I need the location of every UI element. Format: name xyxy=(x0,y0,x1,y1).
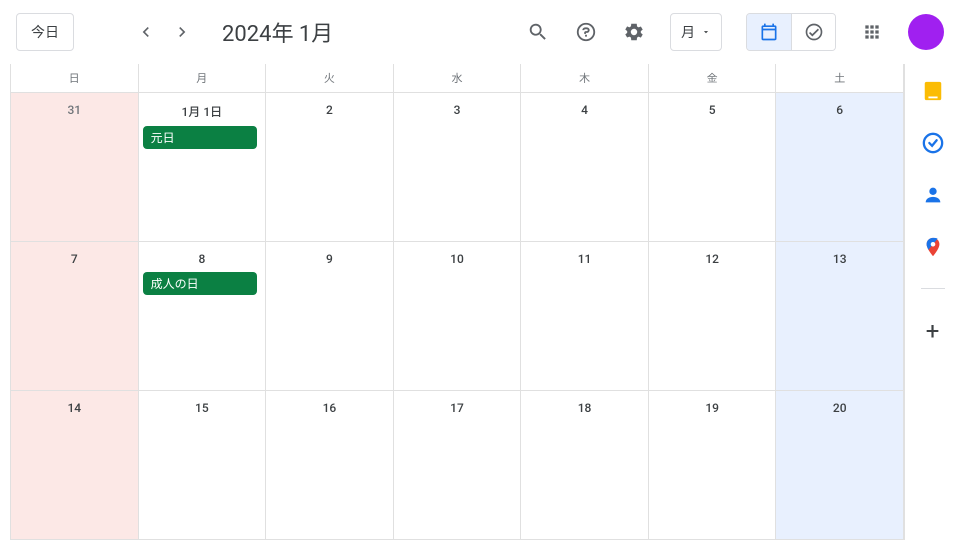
date-number: 4 xyxy=(525,97,644,121)
day-cell[interactable]: 16 xyxy=(266,391,394,540)
calendar-grid: 311月 1日元日2345678成人の日91011121314151617181… xyxy=(10,93,904,540)
day-cell[interactable]: 4 xyxy=(521,93,649,242)
day-cell[interactable]: 17 xyxy=(394,391,522,540)
search-icon xyxy=(527,21,549,43)
day-cell[interactable]: 11 xyxy=(521,242,649,391)
maps-app-icon[interactable] xyxy=(922,236,944,258)
date-number: 15 xyxy=(143,395,262,419)
today-button[interactable]: 今日 xyxy=(16,13,74,51)
contacts-app-icon[interactable] xyxy=(922,184,944,206)
chevron-right-icon xyxy=(172,22,192,42)
view-toggle xyxy=(746,13,836,51)
day-cell[interactable]: 18 xyxy=(521,391,649,540)
tasks-app-icon[interactable] xyxy=(922,132,944,154)
day-cell[interactable]: 20 xyxy=(776,391,904,540)
day-cell[interactable]: 9 xyxy=(266,242,394,391)
day-cell[interactable]: 6 xyxy=(776,93,904,242)
date-number: 19 xyxy=(653,395,772,419)
page-title: 2024年 1月 xyxy=(222,16,333,48)
date-number: 17 xyxy=(398,395,517,419)
day-cell[interactable]: 15 xyxy=(139,391,267,540)
day-cell[interactable]: 2 xyxy=(266,93,394,242)
weekday-cell: 月 xyxy=(139,64,267,93)
date-number: 20 xyxy=(780,395,899,419)
weekday-header: 日月火水木金土 xyxy=(10,64,904,93)
gear-icon xyxy=(623,21,645,43)
day-cell[interactable]: 3 xyxy=(394,93,522,242)
date-number: 16 xyxy=(270,395,389,419)
day-cell[interactable]: 31 xyxy=(11,93,139,242)
calendar-view-button[interactable] xyxy=(747,14,791,50)
day-cell[interactable]: 13 xyxy=(776,242,904,391)
weekday-cell: 日 xyxy=(11,64,139,93)
date-number: 13 xyxy=(780,246,899,270)
view-label: 月 xyxy=(681,22,695,42)
check-circle-icon xyxy=(804,22,824,42)
help-icon xyxy=(575,21,597,43)
date-number: 3 xyxy=(398,97,517,121)
keep-app-icon[interactable] xyxy=(922,80,944,102)
date-number: 12 xyxy=(653,246,772,270)
weekday-cell: 土 xyxy=(776,64,904,93)
view-selector[interactable]: 月 xyxy=(670,13,722,51)
date-number: 5 xyxy=(653,97,772,121)
avatar[interactable] xyxy=(908,14,944,50)
day-cell[interactable]: 19 xyxy=(649,391,777,540)
date-number: 11 xyxy=(525,246,644,270)
next-month-button[interactable] xyxy=(166,16,198,48)
date-number: 18 xyxy=(525,395,644,419)
weekday-cell: 水 xyxy=(394,64,522,93)
prev-month-button[interactable] xyxy=(130,16,162,48)
weekday-cell: 火 xyxy=(266,64,394,93)
event-chip[interactable]: 元日 xyxy=(143,126,258,149)
day-cell[interactable]: 10 xyxy=(394,242,522,391)
date-number: 2 xyxy=(270,97,389,121)
date-number: 9 xyxy=(270,246,389,270)
day-cell[interactable]: 7 xyxy=(11,242,139,391)
apps-grid-icon xyxy=(862,22,882,42)
side-panel: + xyxy=(904,64,960,540)
date-number: 31 xyxy=(15,97,134,121)
date-number: 14 xyxy=(15,395,134,419)
date-number: 8 xyxy=(143,246,262,270)
date-number: 7 xyxy=(15,246,134,270)
day-cell[interactable]: 1月 1日元日 xyxy=(139,93,267,242)
day-cell[interactable]: 5 xyxy=(649,93,777,242)
nav-arrows xyxy=(130,16,198,48)
date-number: 1月 1日 xyxy=(143,97,262,124)
dropdown-icon xyxy=(701,27,711,37)
tasks-view-button[interactable] xyxy=(791,14,835,50)
day-cell[interactable]: 12 xyxy=(649,242,777,391)
chevron-left-icon xyxy=(136,22,156,42)
search-button[interactable] xyxy=(518,12,558,52)
weekday-cell: 木 xyxy=(521,64,649,93)
calendar-icon xyxy=(759,22,779,42)
help-button[interactable] xyxy=(566,12,606,52)
weekday-cell: 金 xyxy=(649,64,777,93)
header: 今日 2024年 1月 月 xyxy=(0,0,960,64)
date-number: 10 xyxy=(398,246,517,270)
apps-button[interactable] xyxy=(852,12,892,52)
date-number: 6 xyxy=(780,97,899,121)
day-cell[interactable]: 14 xyxy=(11,391,139,540)
main: 日月火水木金土 311月 1日元日2345678成人の日910111213141… xyxy=(0,64,960,540)
settings-button[interactable] xyxy=(614,12,654,52)
event-chip[interactable]: 成人の日 xyxy=(143,272,258,295)
side-panel-divider xyxy=(921,288,945,289)
day-cell[interactable]: 8成人の日 xyxy=(139,242,267,391)
calendar: 日月火水木金土 311月 1日元日2345678成人の日910111213141… xyxy=(0,64,904,540)
add-app-button[interactable]: + xyxy=(926,319,940,343)
